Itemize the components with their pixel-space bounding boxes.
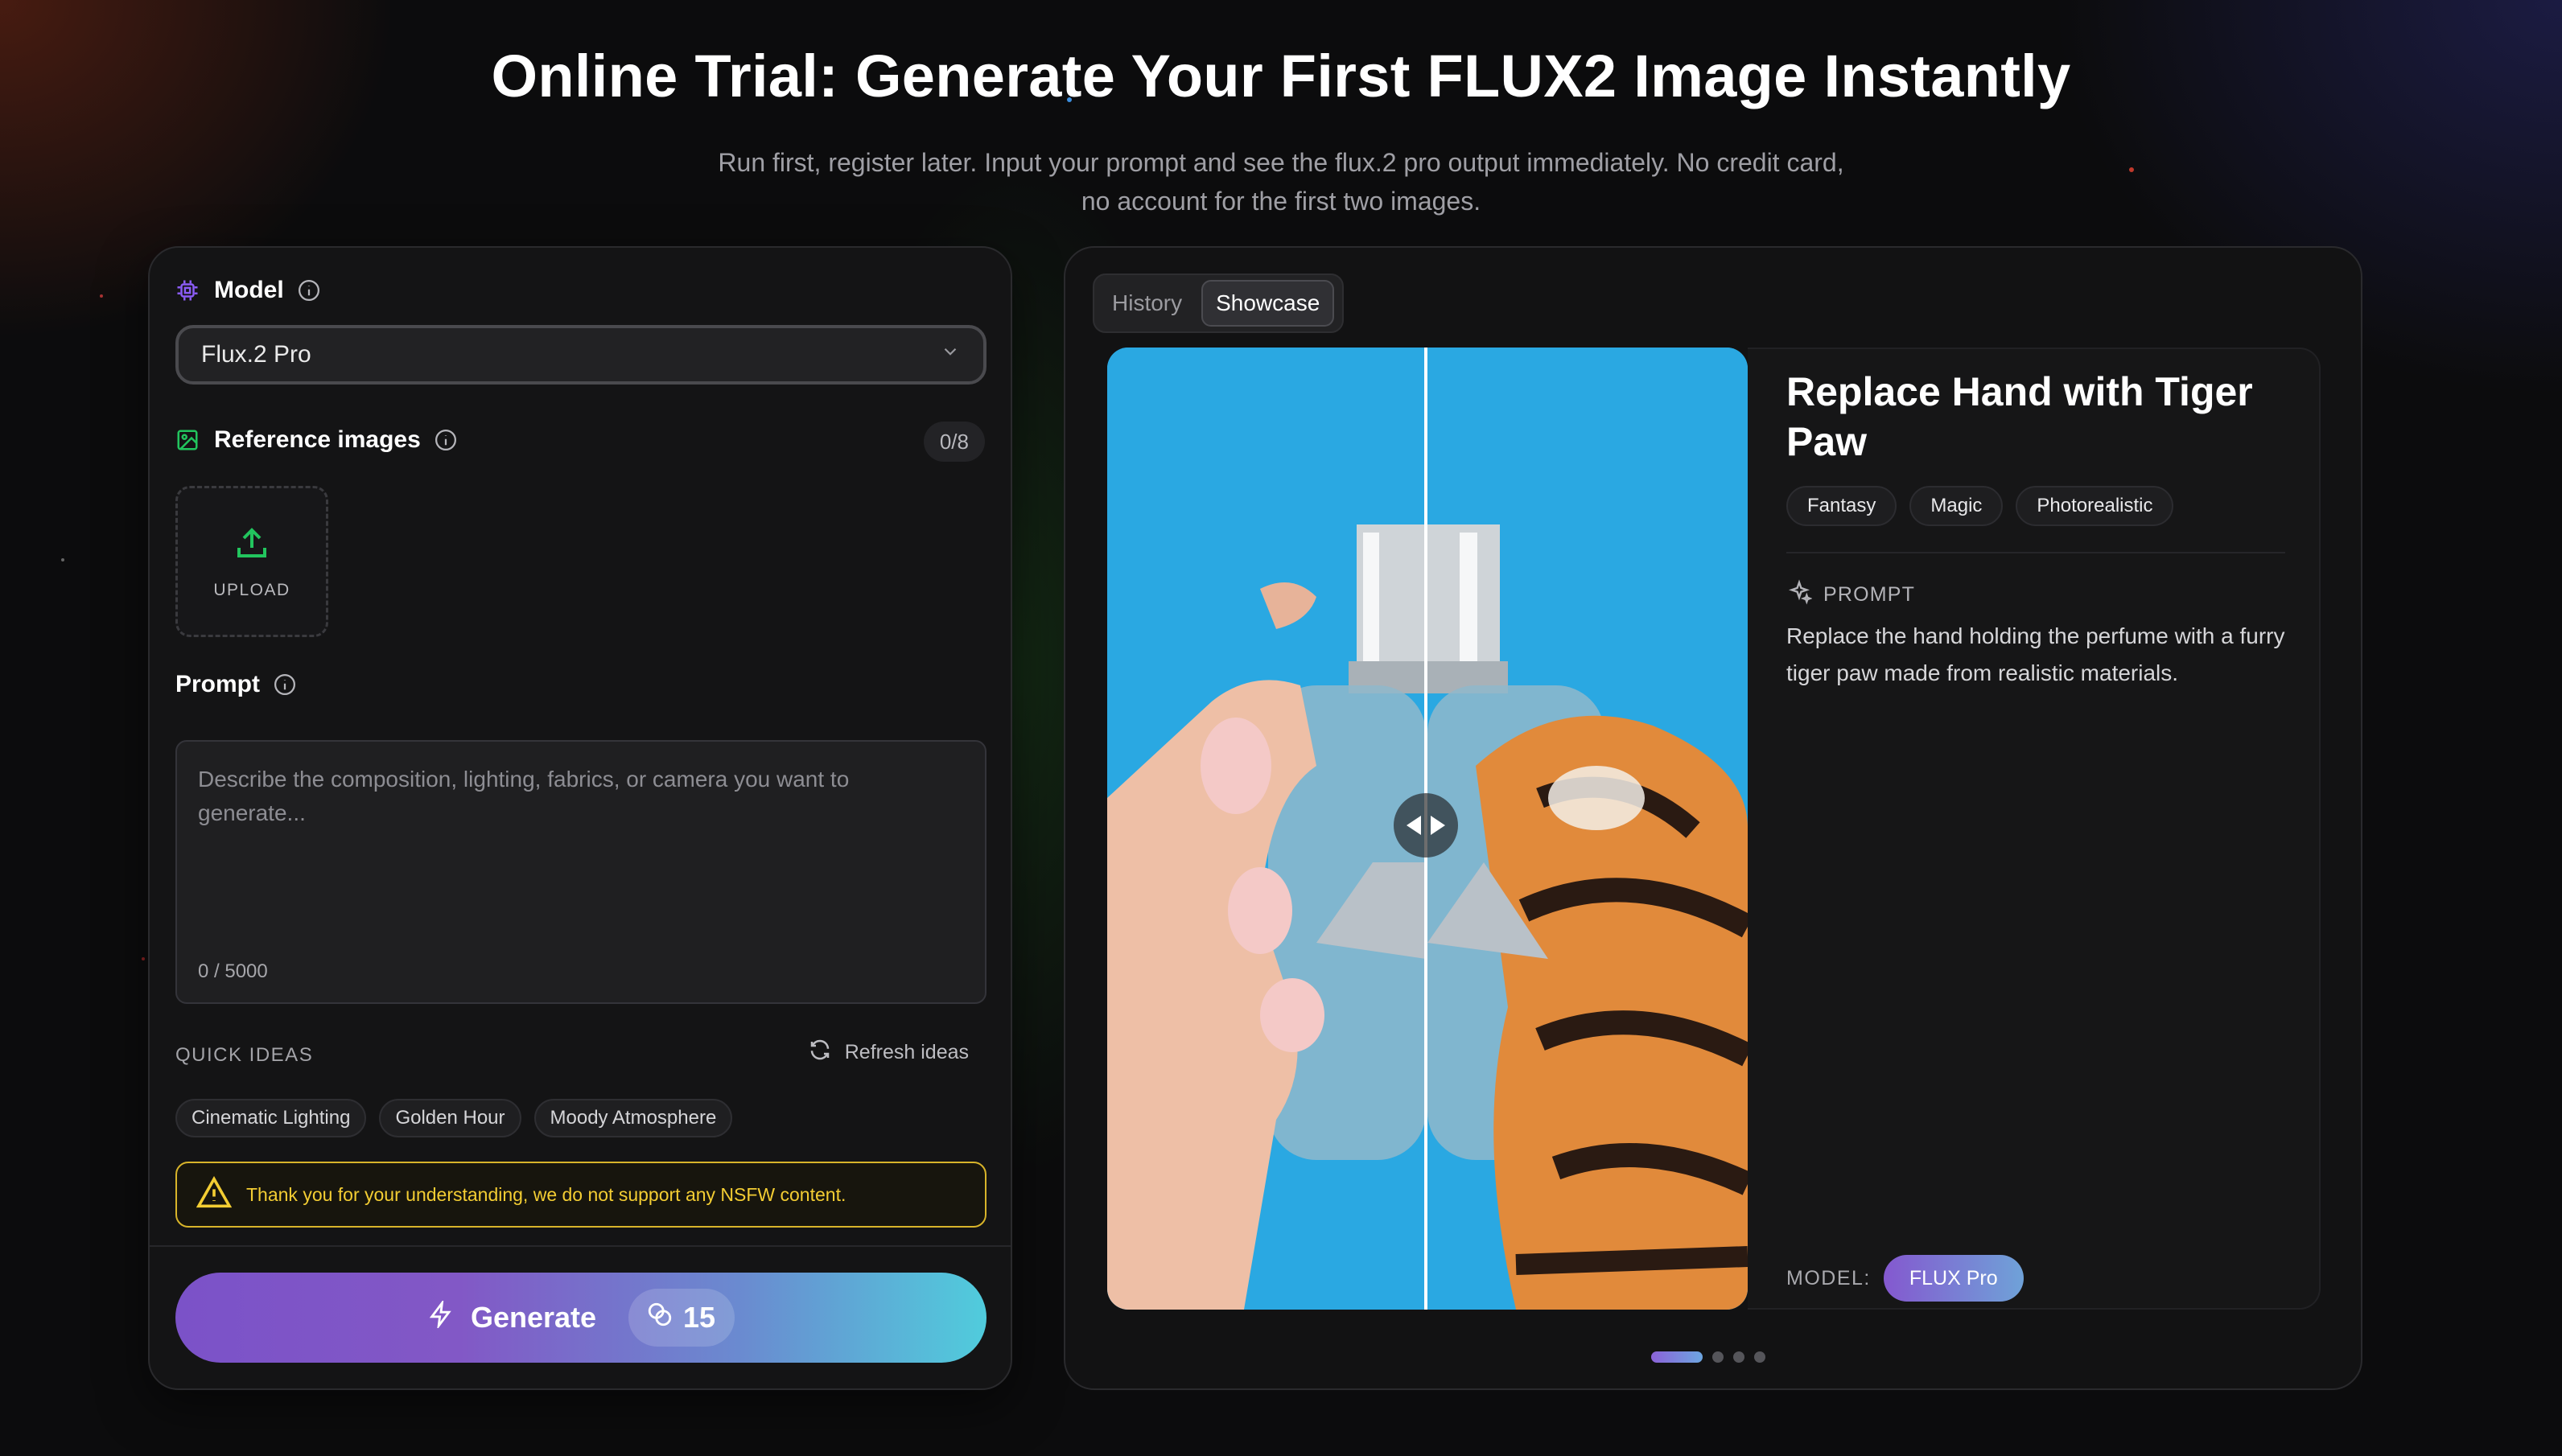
info-icon[interactable]: [297, 278, 321, 302]
upload-button[interactable]: UPLOAD: [175, 486, 328, 637]
prompt-label: Prompt: [175, 671, 260, 697]
sparkles-icon: [1786, 579, 1813, 611]
model-info-label: MODEL:: [1786, 1266, 1871, 1289]
arrows-horizontal-icon: [1407, 816, 1445, 835]
quick-ideas-chips: Cinematic Lighting Golden Hour Moody Atm…: [175, 1099, 733, 1137]
info-icon[interactable]: [273, 672, 297, 697]
showcase-prompt-text: Replace the hand holding the perfume wit…: [1786, 623, 2285, 685]
reference-label-row: Reference images: [175, 426, 458, 454]
tag-list: Fantasy Magic Photorealistic: [1786, 486, 2174, 526]
credit-cost-badge: 15: [628, 1289, 735, 1347]
pager-dot[interactable]: [1754, 1351, 1765, 1363]
generate-label: Generate: [470, 1301, 597, 1334]
sparkle-dot: [2129, 167, 2134, 172]
tab-history[interactable]: History: [1099, 280, 1195, 327]
carousel-pager: [1651, 1351, 1765, 1363]
warning-icon: [196, 1175, 233, 1213]
before-image: [1107, 348, 1426, 1310]
warning-text: Thank you for your understanding, we do …: [246, 1183, 846, 1205]
quick-ideas-title: QUICK IDEAS: [175, 1044, 314, 1066]
chevron-down-icon: [940, 341, 961, 368]
divider: [150, 1245, 1011, 1247]
idea-chip[interactable]: Cinematic Lighting: [175, 1099, 367, 1137]
after-image: [1427, 348, 1748, 1310]
upload-icon: [233, 524, 271, 566]
info-icon[interactable]: [434, 428, 458, 452]
tag: Magic: [1909, 486, 2004, 526]
tab-showcase[interactable]: Showcase: [1201, 280, 1335, 327]
generate-button[interactable]: Generate 15: [175, 1273, 986, 1363]
idea-chip[interactable]: Moody Atmosphere: [533, 1099, 733, 1137]
char-counter: 0 / 5000: [198, 960, 268, 982]
model-label-row: Model: [175, 277, 321, 304]
model-select-value: Flux.2 Pro: [201, 341, 311, 368]
page-title: Online Trial: Generate Your First FLUX2 …: [491, 43, 2071, 109]
showcase-detail: Replace Hand with Tiger Paw Fantasy Magi…: [1748, 348, 2321, 1310]
pager-dot[interactable]: [1712, 1351, 1724, 1363]
sparkle-dot: [100, 294, 103, 298]
prompt-heading-label: PROMPT: [1823, 583, 1916, 606]
credit-cost: 15: [683, 1301, 716, 1334]
showcase-title: Replace Hand with Tiger Paw: [1786, 369, 2253, 464]
prompt-textarea[interactable]: Describe the composition, lighting, fabr…: [175, 740, 986, 1004]
model-select[interactable]: Flux.2 Pro: [175, 325, 986, 385]
sparkle-dot: [61, 558, 64, 561]
reference-count-badge: 0/8: [923, 422, 985, 462]
pager-dot[interactable]: [1733, 1351, 1744, 1363]
view-tabs: History Showcase: [1093, 274, 1344, 333]
prompt-placeholder: Describe the composition, lighting, fabr…: [198, 767, 850, 825]
refresh-ideas-button[interactable]: Refresh ideas: [808, 1038, 969, 1067]
sparkle-dot: [142, 957, 145, 960]
before-after-slider[interactable]: [1107, 348, 1748, 1310]
generator-panel: Model Flux.2 Pro Reference images 0/8 UP…: [148, 246, 1012, 1390]
model-badge: FLUX Pro: [1883, 1255, 2024, 1302]
coins-icon: [646, 1301, 673, 1335]
divider: [1786, 552, 2285, 553]
pager-dot[interactable]: [1651, 1351, 1703, 1363]
slider-handle[interactable]: [1394, 793, 1458, 858]
showcase-panel: History Showcase Replace Hand with Tiger…: [1064, 246, 2362, 1390]
page-subtitle: Run first, register later. Input your pr…: [718, 148, 1844, 216]
tag: Photorealistic: [2016, 486, 2174, 526]
model-label: Model: [214, 277, 284, 303]
image-icon: [175, 428, 200, 452]
refresh-ideas-label: Refresh ideas: [844, 1041, 969, 1063]
nsfw-warning: Thank you for your understanding, we do …: [175, 1162, 986, 1228]
lightning-icon: [427, 1298, 455, 1335]
chip-icon: [175, 278, 200, 302]
model-info: MODEL: FLUX Pro: [1786, 1255, 2024, 1302]
prompt-label-row: Prompt: [175, 671, 297, 698]
idea-chip[interactable]: Golden Hour: [379, 1099, 521, 1137]
tag: Fantasy: [1786, 486, 1897, 526]
upload-label: UPLOAD: [213, 580, 290, 599]
reference-label: Reference images: [214, 426, 421, 453]
refresh-icon: [808, 1038, 832, 1067]
prompt-heading: PROMPT: [1786, 579, 1915, 611]
